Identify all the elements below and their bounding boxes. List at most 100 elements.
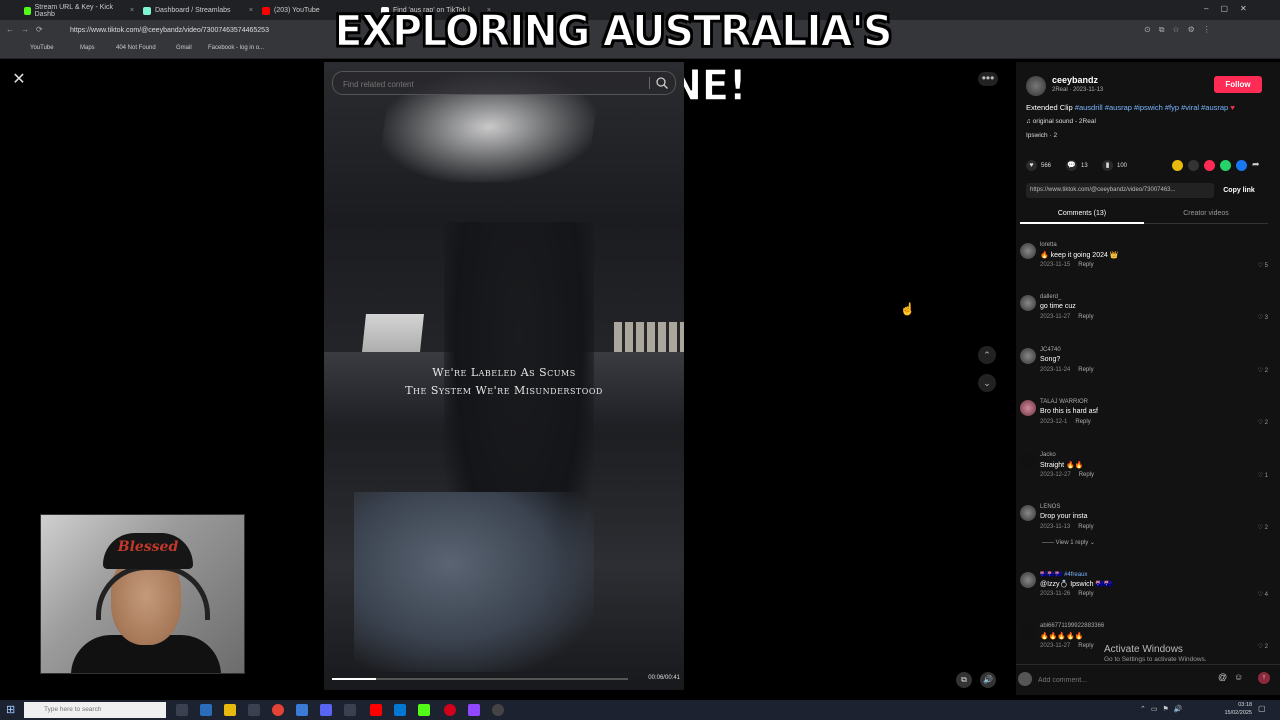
- reply-button[interactable]: Reply: [1078, 262, 1093, 268]
- previous-video-icon[interactable]: ⌃: [978, 346, 996, 364]
- obs-icon[interactable]: [492, 704, 504, 716]
- picture-in-picture-icon[interactable]: ⧉: [956, 672, 972, 688]
- url-field[interactable]: https://www.tiktok.com/@ceeybandz/video/…: [70, 25, 290, 37]
- reply-button[interactable]: Reply: [1075, 419, 1090, 425]
- comment-author[interactable]: abl66771199922883366: [1040, 623, 1104, 629]
- copy-link-button[interactable]: Copy link: [1218, 183, 1260, 198]
- comment-author[interactable]: 🇦🇺🇦🇺🇦🇺 #4freaux: [1040, 571, 1087, 578]
- bookmark-maps[interactable]: Maps: [80, 45, 95, 51]
- vscode-icon[interactable]: [394, 704, 406, 716]
- post-sound[interactable]: ♫ original sound - 2Real: [1026, 118, 1096, 125]
- bookmark-404[interactable]: 404 Not Found: [116, 45, 156, 51]
- comment-avatar[interactable]: [1020, 572, 1036, 588]
- bookmark-facebook[interactable]: Facebook - log in o...: [208, 45, 264, 51]
- save-stat[interactable]: ▮ 100: [1102, 160, 1127, 171]
- app-icon[interactable]: [344, 704, 356, 716]
- next-video-icon[interactable]: ⌄: [978, 374, 996, 392]
- browser-tab[interactable]: Dashboard / Streamlabs ×: [143, 3, 253, 18]
- like-stat[interactable]: ♥ 566: [1026, 160, 1051, 171]
- comment-author[interactable]: dallerd_: [1040, 294, 1061, 300]
- comment-avatar[interactable]: [1020, 243, 1036, 259]
- comment-avatar[interactable]: [1020, 295, 1036, 311]
- post-location[interactable]: Ipswich · 2: [1026, 132, 1057, 139]
- emoji-icon[interactable]: ☺: [1234, 672, 1243, 682]
- facebook-icon[interactable]: [1236, 160, 1247, 171]
- comment-avatar[interactable]: [1020, 453, 1036, 469]
- comment-author[interactable]: JC4740: [1040, 347, 1061, 353]
- follow-button[interactable]: Follow: [1214, 76, 1262, 93]
- record-icon[interactable]: [444, 704, 456, 716]
- comment-like[interactable]: ♡ 4: [1258, 591, 1268, 598]
- share-emoji-icon[interactable]: [1172, 160, 1183, 171]
- reply-button[interactable]: Reply: [1078, 643, 1093, 649]
- comment-meta: 2023-11-15 Reply: [1040, 262, 1094, 268]
- bookmark-icon: ▮: [1102, 160, 1113, 171]
- reply-button[interactable]: Reply: [1078, 591, 1093, 597]
- post-hashtags[interactable]: #ausdrill #ausrap #ipswich #fyp #viral #…: [1075, 103, 1228, 112]
- discord-icon[interactable]: [320, 704, 332, 716]
- reply-button[interactable]: Reply: [1079, 472, 1094, 478]
- whatsapp-icon[interactable]: [1220, 160, 1231, 171]
- comment-avatar[interactable]: [1020, 505, 1036, 521]
- nav-arrows[interactable]: ←→⟳: [6, 25, 50, 34]
- twitch-icon[interactable]: [468, 704, 480, 716]
- comment-author[interactable]: LENOS: [1040, 504, 1060, 510]
- browser-toolbar-icons[interactable]: ⊙⧉☆⚙⋮: [1144, 25, 1219, 35]
- edge-icon[interactable]: [200, 704, 212, 716]
- comment-author[interactable]: loretta: [1040, 242, 1057, 248]
- comment-like[interactable]: ♡ 1: [1258, 472, 1268, 479]
- browser-tab[interactable]: Stream URL & Key - Kick Dashb ×: [24, 3, 134, 18]
- comment-like[interactable]: ♡ 2: [1258, 367, 1268, 374]
- close-tab-icon[interactable]: ×: [241, 7, 253, 14]
- more-options-icon[interactable]: •••: [978, 72, 998, 86]
- volume-icon[interactable]: 🔊: [980, 672, 996, 688]
- taskbar-clock[interactable]: 03:18 15/02/2025: [1222, 701, 1252, 717]
- close-icon[interactable]: ✕: [10, 71, 28, 89]
- comment-author[interactable]: TALAJ WARRIOR: [1040, 399, 1088, 405]
- tab-comments[interactable]: Comments (13): [1020, 206, 1144, 224]
- bookmark-youtube[interactable]: YouTube: [30, 45, 54, 51]
- mention-icon[interactable]: @: [1218, 672, 1227, 682]
- chrome-icon[interactable]: [272, 704, 284, 716]
- reply-button[interactable]: Reply: [1078, 524, 1093, 530]
- comment-author[interactable]: Jacko: [1040, 452, 1056, 458]
- search-icon[interactable]: [655, 76, 669, 90]
- creator-avatar[interactable]: [1026, 76, 1046, 96]
- file-explorer-icon[interactable]: [224, 704, 236, 716]
- reply-button[interactable]: Reply: [1078, 314, 1093, 320]
- comment-like[interactable]: ♡ 3: [1258, 314, 1268, 321]
- taskbar-search-input[interactable]: [24, 702, 166, 718]
- windows-start-icon[interactable]: ⊞: [6, 703, 20, 717]
- comment-like[interactable]: ♡ 2: [1258, 524, 1268, 531]
- view-replies-button[interactable]: —— View 1 reply ⌄: [1042, 539, 1095, 546]
- comment-avatar[interactable]: [1020, 400, 1036, 416]
- reply-button[interactable]: Reply: [1078, 367, 1093, 373]
- comment-like[interactable]: ♡ 2: [1258, 643, 1268, 650]
- comment-avatar[interactable]: [1020, 624, 1036, 640]
- system-tray-icons[interactable]: ⌃▭⚑🔊: [1140, 705, 1187, 713]
- share-arrow-icon[interactable]: ➦: [1252, 159, 1260, 170]
- comment-avatar[interactable]: [1020, 348, 1036, 364]
- task-view-icon[interactable]: [176, 704, 188, 716]
- embed-icon[interactable]: [1188, 160, 1199, 171]
- video-link-field[interactable]: https://www.tiktok.com/@ceeybandz/video/…: [1026, 183, 1214, 198]
- bookmark-gmail[interactable]: Gmail: [176, 45, 192, 51]
- window-controls[interactable]: –▢✕: [1204, 4, 1259, 13]
- video-progress-track[interactable]: [332, 678, 628, 680]
- close-tab-icon[interactable]: ×: [122, 7, 134, 14]
- add-comment-input[interactable]: [1036, 672, 1218, 688]
- caption-line-2: The System We're Misunderstood: [405, 384, 603, 397]
- store-icon[interactable]: [248, 704, 260, 716]
- notifications-icon[interactable]: ▢: [1258, 704, 1266, 713]
- share-friends-icon[interactable]: [1204, 160, 1215, 171]
- send-icon[interactable]: ↑: [1258, 672, 1270, 684]
- app-icon[interactable]: [296, 704, 308, 716]
- comment-like[interactable]: ♡ 2: [1258, 419, 1268, 426]
- kick-app-icon[interactable]: [418, 704, 430, 716]
- creator-username[interactable]: ceeybandz: [1052, 75, 1098, 85]
- comment-like[interactable]: ♡ 5: [1258, 262, 1268, 269]
- youtube-app-icon[interactable]: [370, 704, 382, 716]
- tab-creator-videos[interactable]: Creator videos: [1144, 206, 1268, 224]
- video-search-input[interactable]: [341, 72, 645, 96]
- comment-stat[interactable]: 💬 13: [1066, 160, 1088, 171]
